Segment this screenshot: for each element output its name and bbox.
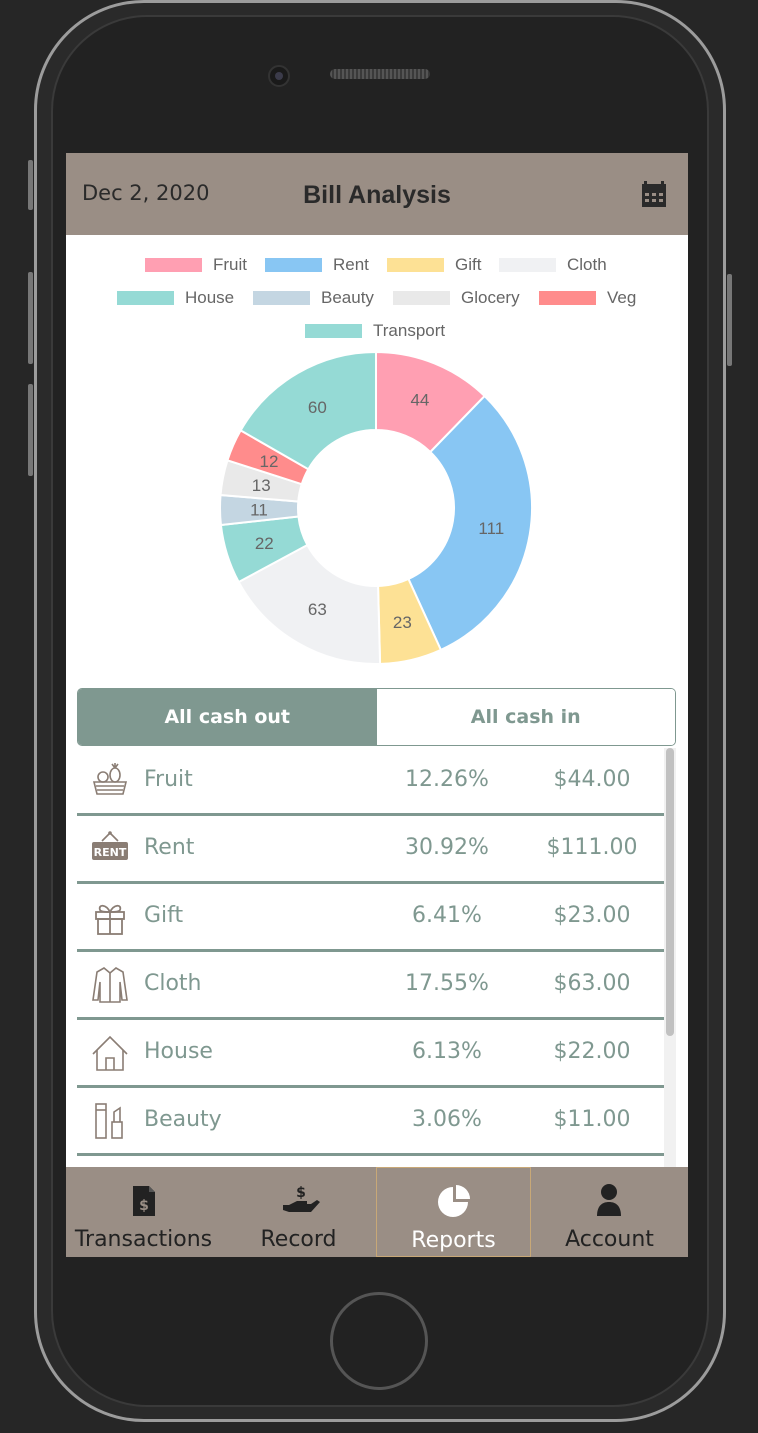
nav-label: Account: [565, 1227, 654, 1252]
list-item[interactable]: House 6.13% $22.00: [77, 1020, 665, 1088]
donut-data-label: 60: [308, 398, 327, 417]
category-name: Rent: [144, 835, 195, 860]
legend-label: Transport: [373, 321, 446, 340]
category-list: Fruit 12.26% $44.00 RENT Rent 30.92% $11…: [77, 748, 665, 1168]
category-percent: 6.13%: [412, 1039, 482, 1064]
nav-reports[interactable]: Reports: [376, 1167, 531, 1257]
legend-label: Rent: [333, 255, 369, 274]
list-item[interactable]: Beauty 3.06% $11.00: [77, 1088, 665, 1156]
category-name: Beauty: [144, 1107, 222, 1132]
cash-tabs: All cash out All cash in: [77, 688, 676, 746]
pie-chart-icon: [438, 1185, 470, 1217]
nav-account[interactable]: Account: [531, 1167, 688, 1257]
category-percent: 17.55%: [405, 971, 489, 996]
svg-text:$: $: [139, 1198, 149, 1214]
mute-switch: [28, 160, 33, 210]
category-percent: 12.26%: [405, 767, 489, 792]
category-amount: $11.00: [553, 1107, 631, 1132]
gift-icon: [95, 904, 125, 935]
legend-swatch: [253, 291, 310, 305]
legend-swatch: [145, 258, 202, 272]
category-amount: $111.00: [546, 835, 638, 860]
category-amount: $44.00: [553, 767, 631, 792]
power-button: [727, 274, 732, 366]
app-screen: Dec 2, 2020 Bill Analysis Fruit Rent Gif…: [66, 153, 688, 1257]
house-icon: [92, 1035, 128, 1071]
scrollbar-thumb[interactable]: [666, 748, 674, 1036]
legend-label: Beauty: [321, 288, 374, 307]
nav-label: Transactions: [74, 1227, 213, 1252]
app-header: Dec 2, 2020 Bill Analysis: [66, 153, 688, 235]
donut-chart: 44 111 23 63 22 11 13 12 60: [219, 350, 533, 665]
legend-swatch: [499, 258, 556, 272]
page-title: Bill Analysis: [303, 181, 451, 209]
donut-data-label: 12: [260, 452, 279, 471]
list-item[interactable]: Fruit 12.26% $44.00: [77, 748, 665, 816]
svg-text:$: $: [296, 1185, 306, 1201]
calendar-icon[interactable]: [642, 181, 666, 207]
home-button[interactable]: [330, 1292, 428, 1390]
category-name: Cloth: [144, 971, 202, 996]
donut-data-label: 11: [250, 501, 268, 520]
category-name: Gift: [144, 903, 184, 928]
list-scrollbar[interactable]: [664, 748, 676, 1168]
fruit-basket-icon: [92, 763, 128, 795]
nav-label: Reports: [411, 1228, 496, 1253]
donut-data-label: 111: [478, 519, 504, 538]
receipt-icon: $: [133, 1186, 155, 1216]
legend-swatch: [117, 291, 174, 305]
legend-swatch: [305, 324, 362, 338]
donut-data-label: 13: [252, 476, 271, 495]
cosmetics-icon: [95, 1103, 123, 1139]
list-item[interactable]: RENT Rent 30.92% $111.00: [77, 816, 665, 884]
user-icon: [597, 1184, 621, 1216]
list-item[interactable]: Cloth 17.55% $63.00: [77, 952, 665, 1020]
category-percent: 30.92%: [405, 835, 489, 860]
bottom-nav: $ Transactions $ Record Reports Account: [66, 1167, 688, 1257]
legend-label: House: [185, 288, 235, 307]
category-amount: $23.00: [553, 903, 631, 928]
legend-label: Gift: [455, 255, 482, 274]
tab-all-cash-out[interactable]: All cash out: [78, 689, 377, 745]
category-percent: 3.06%: [412, 1107, 482, 1132]
list-item[interactable]: Gift 6.41% $23.00: [77, 884, 665, 952]
category-percent: 6.41%: [412, 903, 482, 928]
category-amount: $63.00: [553, 971, 631, 996]
legend-swatch: [265, 258, 322, 272]
category-name: Fruit: [144, 767, 193, 792]
legend-label: Fruit: [213, 255, 247, 274]
hand-money-icon: $: [283, 1185, 320, 1212]
earpiece-speaker: [330, 69, 430, 79]
legend-label: Glocery: [461, 288, 520, 307]
nav-label: Record: [260, 1227, 337, 1252]
shirt-icon: [92, 967, 128, 1003]
legend-label: Cloth: [567, 255, 607, 274]
donut-data-label: 63: [308, 600, 327, 619]
nav-record[interactable]: $ Record: [221, 1167, 376, 1257]
tab-all-cash-in[interactable]: All cash in: [376, 689, 675, 745]
rent-badge-text: RENT: [94, 846, 127, 859]
volume-up-button: [28, 272, 33, 364]
donut-data-label: 22: [255, 534, 274, 553]
category-name: House: [144, 1039, 213, 1064]
category-amount: $22.00: [553, 1039, 631, 1064]
donut-data-label: 44: [410, 391, 429, 410]
legend-swatch: [539, 291, 596, 305]
legend-swatch: [387, 258, 444, 272]
nav-transactions[interactable]: $ Transactions: [66, 1167, 221, 1257]
legend-swatch: [393, 291, 450, 305]
legend-label: Veg: [607, 288, 637, 307]
volume-down-button: [28, 384, 33, 476]
donut-data-label: 23: [393, 613, 412, 632]
rent-sign-icon: RENT: [92, 831, 128, 860]
front-camera: [268, 65, 290, 87]
